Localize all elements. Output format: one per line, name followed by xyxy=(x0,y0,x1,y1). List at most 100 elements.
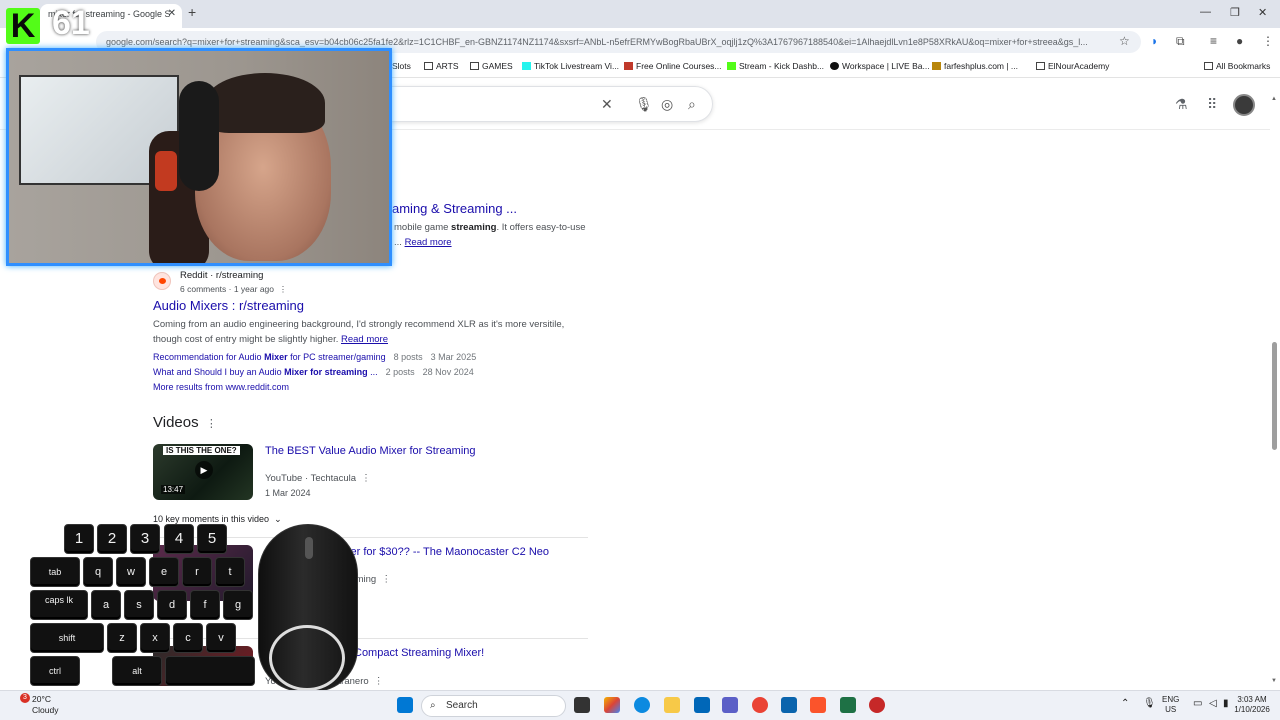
video-title-1[interactable]: The BEST Value Audio Mixer for Streaming xyxy=(265,445,476,457)
bookmark-courses[interactable]: Free Online Courses... xyxy=(624,61,722,71)
result-source: Reddit · r/streaming xyxy=(180,270,264,281)
taskbar-search[interactable]: ⌕ Search xyxy=(421,695,566,717)
more-options-icon[interactable]: ⋮ xyxy=(359,473,371,484)
search-icon[interactable]: ⌕ xyxy=(688,96,696,113)
key-s: s xyxy=(124,590,154,620)
more-options-icon[interactable]: ⋮ xyxy=(371,676,384,687)
more-options-icon[interactable]: ⋮ xyxy=(379,574,391,585)
reddit-sublink-2[interactable]: What and Should I buy an Audio Mixer for… xyxy=(153,367,474,377)
result-title-partial[interactable]: aming & Streaming ... xyxy=(392,201,517,216)
key-d: d xyxy=(157,590,187,620)
bookmark-elnour[interactable]: ElNourAcademy xyxy=(1036,61,1109,71)
language-indicator[interactable]: ENG US xyxy=(1162,695,1179,715)
key-caps-lock: caps lk xyxy=(30,590,88,620)
key-alt: alt xyxy=(112,656,162,686)
tiktok-icon xyxy=(522,62,531,70)
tab-strip: mixer for streaming - Google S ✕ + — ❐ ✕ xyxy=(0,0,1280,28)
search-icon: ⌕ xyxy=(430,700,436,711)
bookmark-kick[interactable]: Stream - Kick Dashb... xyxy=(727,61,824,71)
app-icon[interactable] xyxy=(869,697,885,713)
video-title-2[interactable]: xer for $30?? -- The Maonocaster C2 Neo xyxy=(345,546,549,558)
scrollbar-thumb[interactable] xyxy=(1272,342,1277,450)
new-tab-button[interactable]: + xyxy=(188,4,196,20)
chrome-icon[interactable] xyxy=(752,697,768,713)
voice-search-icon[interactable]: 🎙 xyxy=(635,96,653,113)
menu-icon[interactable]: ⋮ xyxy=(1262,34,1274,48)
key-r: r xyxy=(182,557,212,587)
key-v: v xyxy=(206,623,236,653)
bookmark-games[interactable]: GAMES xyxy=(470,61,513,71)
folder-icon xyxy=(424,62,433,70)
lens-search-icon[interactable]: ◎ xyxy=(661,96,673,113)
taskbar: 3 20°C Cloudy ⌕ Search ⌃ 🎙 ENG US ▭ ◁ ▮ … xyxy=(0,690,1280,720)
bookmark-workspace[interactable]: Workspace | LIVE Ba... xyxy=(830,61,930,71)
kick-logo-icon: K xyxy=(6,8,40,44)
courses-icon xyxy=(624,62,633,70)
windows-start-icon[interactable] xyxy=(397,697,413,713)
weather-widget[interactable]: 3 20°C Cloudy xyxy=(12,693,58,716)
volume-icon[interactable]: ◁ xyxy=(1209,699,1217,709)
profile-icon[interactable]: ● xyxy=(1236,34,1243,48)
network-icon[interactable]: ▭ xyxy=(1193,699,1202,709)
brave-icon[interactable] xyxy=(810,697,826,713)
bookmark-farfesh[interactable]: farfeshplus.com | ... xyxy=(932,61,1018,71)
folder-icon xyxy=(470,62,479,70)
reddit-icon xyxy=(153,272,171,290)
labs-icon[interactable]: ⚗ xyxy=(1175,96,1188,113)
mouse-overlay xyxy=(258,524,358,692)
all-bookmarks[interactable]: All Bookmarks xyxy=(1204,61,1270,71)
media-icon[interactable]: ≡ xyxy=(1210,34,1217,48)
result-meta: 6 comments · 1 year ago ⋮ xyxy=(180,284,288,294)
clock[interactable]: 3:03 AM 1/10/2026 xyxy=(1232,695,1272,715)
more-options-icon[interactable]: ⋮ xyxy=(276,284,288,294)
window-close-icon[interactable]: ✕ xyxy=(1258,6,1267,19)
apps-grid-icon[interactable]: ⠿ xyxy=(1207,96,1217,113)
scroll-up-icon[interactable]: ▲ xyxy=(1271,96,1277,102)
bookmark-tiktok[interactable]: TikTok Livestream Vi... xyxy=(522,61,619,71)
reddit-snippet-line1: Coming from an audio engineering backgro… xyxy=(153,319,565,330)
copilot-icon[interactable] xyxy=(604,697,620,713)
read-more-link[interactable]: Read more xyxy=(341,334,388,345)
bookmark-star-icon[interactable]: ☆ xyxy=(1119,34,1130,48)
key-3: 3 xyxy=(130,524,160,554)
task-view-icon[interactable] xyxy=(574,697,590,713)
site-icon xyxy=(932,62,941,70)
screen: mixer for streaming - Google S ✕ + — ❐ ✕… xyxy=(0,0,1280,720)
store-icon[interactable] xyxy=(694,697,710,713)
more-results-link[interactable]: More results from www.reddit.com xyxy=(153,382,289,392)
key-ctrl: ctrl xyxy=(30,656,80,686)
reddit-result-title[interactable]: Audio Mixers : r/streaming xyxy=(153,298,304,313)
more-options-icon[interactable]: ⋮ xyxy=(203,418,217,430)
outlook-icon[interactable] xyxy=(781,697,797,713)
video-title-3[interactable]: Compact Streaming Mixer! xyxy=(354,647,484,659)
key-q: q xyxy=(83,557,113,587)
avatar[interactable] xyxy=(1233,94,1255,116)
page-scrollbar[interactable]: ▲ ▼ xyxy=(1270,96,1280,690)
teams-icon[interactable] xyxy=(722,697,738,713)
key-w: w xyxy=(116,557,146,587)
reddit-sublink-1[interactable]: Recommendation for Audio Mixer for PC st… xyxy=(153,352,476,362)
video-thumbnail-1[interactable]: IS THIS THE ONE? ▶ 13:47 xyxy=(153,444,253,500)
extensions-icon[interactable]: ⧉ xyxy=(1176,34,1185,49)
tray-chevron-icon[interactable]: ⌃ xyxy=(1121,699,1129,709)
edge-icon[interactable] xyxy=(634,697,650,713)
clear-search-icon[interactable]: ✕ xyxy=(601,96,613,113)
result-snippet-partial: mobile game streaming. It offers easy-to… xyxy=(394,222,586,233)
bookmark-slots[interactable]: Slots xyxy=(392,61,411,71)
tab-close-icon[interactable]: ✕ xyxy=(168,4,176,24)
excel-icon[interactable] xyxy=(840,697,856,713)
bookmark-arts[interactable]: ARTS xyxy=(424,61,459,71)
key-2: 2 xyxy=(97,524,127,554)
restore-icon[interactable]: ❐ xyxy=(1230,6,1240,19)
mouse-movement-dial xyxy=(269,625,345,691)
read-more-link[interactable]: Read more xyxy=(405,237,452,248)
minimize-icon[interactable]: — xyxy=(1200,6,1211,18)
extension-audio-icon[interactable]: ◗ xyxy=(1151,34,1158,48)
file-explorer-icon[interactable] xyxy=(664,697,680,713)
video-date-1: 1 Mar 2024 xyxy=(265,488,311,498)
battery-icon[interactable]: ▮ xyxy=(1223,699,1229,709)
key-tab: tab xyxy=(30,557,80,587)
microphone-icon[interactable]: 🎙 xyxy=(1143,699,1156,709)
stream-counter: 61 xyxy=(52,4,90,42)
scroll-down-icon[interactable]: ▼ xyxy=(1271,678,1277,684)
